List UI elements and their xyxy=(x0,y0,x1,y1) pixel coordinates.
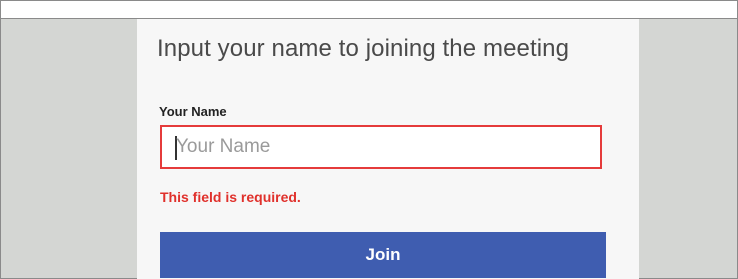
join-meeting-panel: Input your name to joining the meeting Y… xyxy=(137,19,639,279)
top-bar xyxy=(1,1,737,19)
name-field-label: Your Name xyxy=(159,104,227,119)
name-error-message: This field is required. xyxy=(160,189,301,205)
name-input[interactable] xyxy=(176,127,586,167)
page-title: Input your name to joining the meeting xyxy=(157,35,570,62)
name-input-container[interactable] xyxy=(160,125,602,169)
app-window: Input your name to joining the meeting Y… xyxy=(0,0,738,279)
join-button[interactable]: Join xyxy=(160,232,606,278)
